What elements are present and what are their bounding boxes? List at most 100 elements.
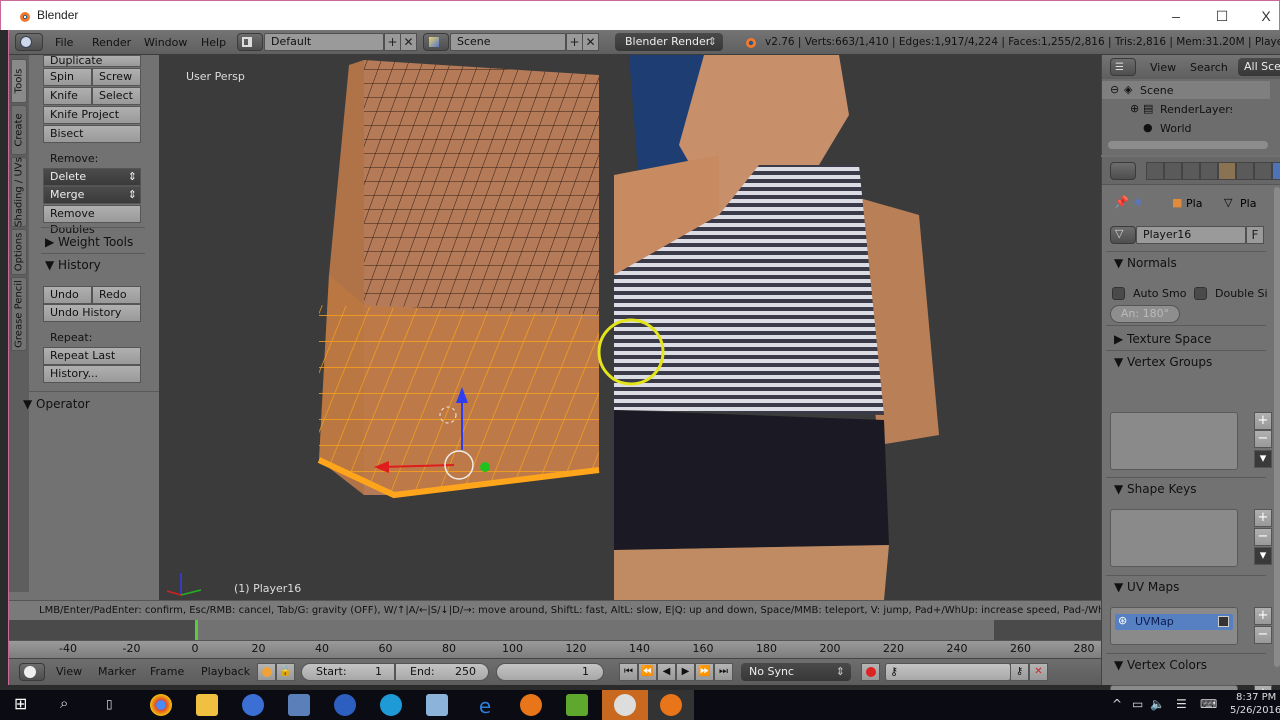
- notifications-icon[interactable]: ☰: [1176, 697, 1187, 711]
- outliner-item-renderlayers[interactable]: RenderLayers: [1160, 103, 1232, 116]
- menu-window[interactable]: Window: [144, 34, 187, 51]
- app-icon[interactable]: [334, 694, 356, 716]
- shape-keys-panel-header[interactable]: ▼ Shape Keys: [1114, 479, 1196, 499]
- sync-mode-dropdown[interactable]: No Sync ⇕: [741, 663, 851, 681]
- object-tab-icon[interactable]: [1218, 162, 1236, 180]
- shape-keys-list[interactable]: [1110, 509, 1238, 567]
- jump-to-keyframe-back-button[interactable]: ⏪: [638, 663, 657, 681]
- expand-icon[interactable]: ⊕: [1130, 102, 1139, 115]
- keyboard-icon[interactable]: ⌨: [1200, 697, 1217, 711]
- windows-start-icon[interactable]: ⊞: [14, 694, 27, 713]
- app-icon[interactable]: [426, 694, 448, 716]
- delete-keyframe-button[interactable]: ✕: [1029, 663, 1048, 681]
- jump-to-keyframe-forward-button[interactable]: ⏩: [695, 663, 714, 681]
- tab-create[interactable]: Create: [11, 105, 27, 155]
- scene-selector-button[interactable]: [423, 33, 449, 51]
- outliner-scrollbar[interactable]: [1108, 141, 1268, 149]
- render-tab-icon[interactable]: [1146, 162, 1164, 180]
- repeat-last-button[interactable]: Repeat Last: [43, 347, 141, 365]
- screen-layout-button[interactable]: [237, 33, 263, 51]
- pin-icon[interactable]: 📌: [1114, 195, 1129, 209]
- add-scene-button[interactable]: +: [566, 33, 583, 51]
- jump-to-start-button[interactable]: ⏮: [619, 663, 638, 681]
- auto-smooth-checkbox[interactable]: [1112, 287, 1125, 300]
- show-hidden-icons[interactable]: ^: [1112, 697, 1122, 711]
- add-vertex-group-button[interactable]: +: [1254, 412, 1272, 430]
- texture-space-panel-header[interactable]: ▶ Texture Space: [1114, 329, 1211, 349]
- spin-button[interactable]: Spin: [43, 68, 92, 86]
- duplicate-button[interactable]: Duplicate: [43, 55, 141, 67]
- auto-smooth-angle-field[interactable]: An: 180°: [1110, 305, 1180, 323]
- menu-render[interactable]: Render: [92, 34, 131, 51]
- play-reverse-button[interactable]: ◀: [657, 663, 676, 681]
- undo-history-button[interactable]: Undo History: [43, 304, 141, 322]
- constraints-tab-icon[interactable]: [1236, 162, 1254, 180]
- tab-tools[interactable]: Tools: [11, 59, 27, 103]
- mesh-data-tab-icon[interactable]: [1272, 162, 1280, 180]
- timeline-menu-view[interactable]: View: [56, 665, 82, 678]
- add-shape-key-button[interactable]: +: [1254, 509, 1272, 527]
- editor-type-timeline-button[interactable]: [19, 663, 45, 681]
- double-sided-checkbox[interactable]: [1194, 287, 1207, 300]
- editor-type-outliner-button[interactable]: ☰: [1110, 58, 1136, 76]
- world-tab-icon[interactable]: [1200, 162, 1218, 180]
- screen-layout-field[interactable]: Default: [264, 33, 384, 51]
- add-uv-map-button[interactable]: +: [1254, 607, 1272, 625]
- task-view-icon[interactable]: ▯: [106, 697, 113, 711]
- delete-dropdown[interactable]: Delete ⇕: [43, 168, 141, 186]
- active-render-icon[interactable]: [1218, 616, 1229, 627]
- mesh-browse-button[interactable]: ▽: [1110, 226, 1136, 244]
- lock-range-button[interactable]: 🔒: [276, 663, 295, 681]
- uv-map-item[interactable]: ⊛ UVMap: [1115, 614, 1233, 630]
- add-screen-button[interactable]: +: [384, 33, 401, 51]
- timeline-ruler[interactable]: -40 -20 0 20 40 60 80 100 120 140 160 180 200 220 240 2…: [9, 640, 1101, 658]
- knife-button[interactable]: Knife: [43, 87, 92, 105]
- remove-vertex-group-button[interactable]: −: [1254, 430, 1272, 448]
- timeline-track[interactable]: [9, 620, 1101, 640]
- remove-uv-map-button[interactable]: −: [1254, 626, 1272, 644]
- minimize-button[interactable]: –: [1161, 5, 1191, 27]
- camtasia-icon[interactable]: [566, 694, 588, 716]
- editor-type-properties-button[interactable]: [1110, 162, 1136, 180]
- undo-button[interactable]: Undo: [43, 286, 92, 304]
- tab-grease-pencil[interactable]: Grease Pencil: [11, 277, 27, 351]
- remove-scene-button[interactable]: ✕: [582, 33, 599, 51]
- tab-shading-uvs[interactable]: Shading / UVs: [11, 157, 27, 227]
- outliner-item-world[interactable]: World: [1160, 122, 1192, 135]
- clock-date[interactable]: 5/26/2016: [1230, 705, 1280, 716]
- collapse-icon[interactable]: ⊖: [1110, 83, 1119, 96]
- edge-icon[interactable]: e: [474, 694, 496, 718]
- close-button[interactable]: X: [1251, 5, 1280, 27]
- timeline-menu-marker[interactable]: Marker: [98, 665, 136, 678]
- vertex-colors-panel-header[interactable]: ▼ Vertex Colors: [1114, 655, 1207, 675]
- battery-icon[interactable]: ▭: [1132, 697, 1143, 711]
- knife-project-button[interactable]: Knife Project: [43, 106, 141, 124]
- outliner-item-scene[interactable]: Scene: [1140, 84, 1174, 97]
- fake-user-button[interactable]: F: [1246, 226, 1264, 244]
- operator-panel-header[interactable]: ▼ Operator: [23, 394, 90, 414]
- recorder-icon[interactable]: [614, 694, 636, 716]
- 3d-viewport[interactable]: User Persp (1) Player16: [159, 55, 1101, 600]
- paint-icon[interactable]: [288, 694, 310, 716]
- timeline-menu-playback[interactable]: Playback: [201, 665, 250, 678]
- properties-scrollbar[interactable]: [1274, 187, 1280, 667]
- app-icon[interactable]: [242, 694, 264, 716]
- history-panel-header[interactable]: ▼ History: [45, 255, 101, 275]
- remove-doubles-button[interactable]: Remove Doubles: [43, 205, 141, 236]
- vertex-groups-list[interactable]: [1110, 412, 1238, 470]
- blender-icon[interactable]: [520, 694, 542, 716]
- scene-field[interactable]: Scene: [450, 33, 566, 51]
- screw-button[interactable]: Screw: [92, 68, 141, 86]
- timeline-menu-frame[interactable]: Frame: [150, 665, 184, 678]
- redo-button[interactable]: Redo: [92, 286, 141, 304]
- uv-maps-panel-header[interactable]: ▼ UV Maps: [1114, 577, 1179, 597]
- jump-to-end-button[interactable]: ⏭: [714, 663, 733, 681]
- blender-icon[interactable]: [660, 694, 682, 716]
- bisect-button[interactable]: Bisect: [43, 125, 141, 143]
- editor-type-info-button[interactable]: [15, 33, 43, 51]
- menu-file[interactable]: File: [55, 34, 73, 51]
- display-mode-dropdown[interactable]: All Scenes: [1238, 58, 1280, 76]
- remove-shape-key-button[interactable]: −: [1254, 528, 1272, 546]
- repeat-history-button[interactable]: History...: [43, 365, 141, 383]
- render-layers-tab-icon[interactable]: [1164, 162, 1182, 180]
